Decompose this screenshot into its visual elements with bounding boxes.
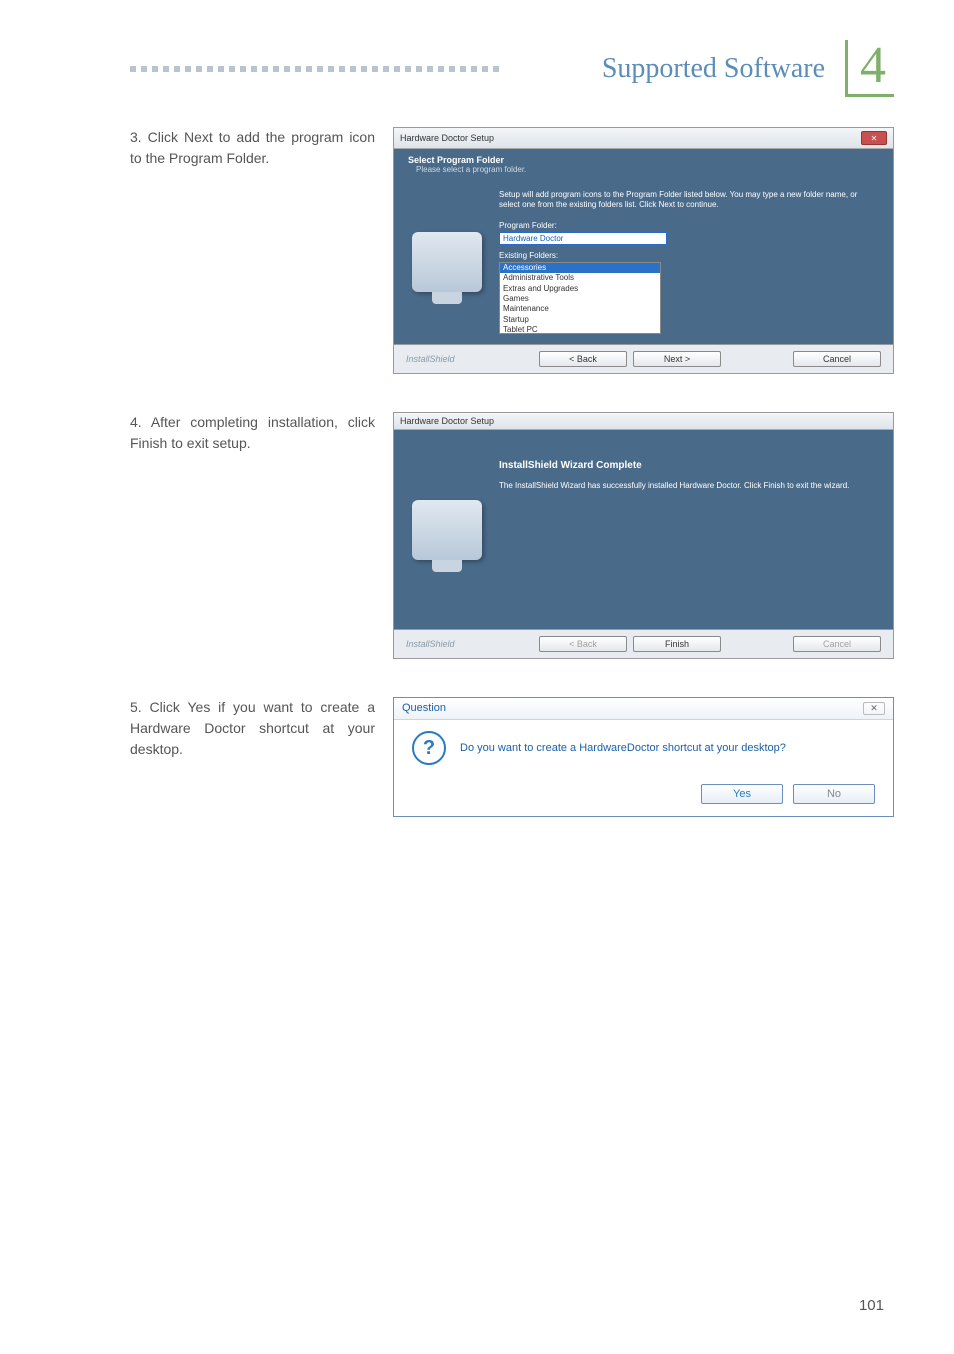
- dialog3-message: Do you want to create a HardwareDoctor s…: [460, 742, 786, 754]
- yes-button[interactable]: Yes: [701, 784, 783, 804]
- list-item[interactable]: Extras and Upgrades: [500, 284, 660, 294]
- list-item[interactable]: Startup: [500, 315, 660, 325]
- program-folder-input[interactable]: Hardware Doctor: [499, 232, 667, 245]
- screenshot-question-dialog: Question ✕ ? Do you want to create a Har…: [393, 697, 894, 817]
- step-5-num: 5.: [130, 699, 142, 715]
- no-button[interactable]: No: [793, 784, 875, 804]
- existing-folders-label: Existing Folders:: [499, 251, 873, 260]
- dialog1-side-graphic: [394, 180, 499, 344]
- existing-folders-list[interactable]: Accessories Administrative Tools Extras …: [499, 262, 661, 334]
- cancel-button: Cancel: [793, 636, 881, 652]
- back-button: < Back: [539, 636, 627, 652]
- dialog1-title: Hardware Doctor Setup: [400, 133, 494, 143]
- list-item[interactable]: Maintenance: [500, 304, 660, 314]
- close-icon[interactable]: ✕: [863, 702, 885, 715]
- step-5: 5. Click Yes if you want to create a Har…: [130, 697, 894, 817]
- list-item[interactable]: Accessories: [500, 263, 660, 273]
- list-item[interactable]: Games: [500, 294, 660, 304]
- close-icon[interactable]: ✕: [861, 131, 887, 145]
- step-4-text: 4. After completing installation, click …: [130, 412, 375, 454]
- step-4: 4. After completing installation, click …: [130, 412, 894, 659]
- dialog2-title: Hardware Doctor Setup: [400, 416, 494, 426]
- back-button[interactable]: < Back: [539, 351, 627, 367]
- dialog2-titlebar: Hardware Doctor Setup: [394, 413, 893, 430]
- list-item[interactable]: Tablet PC: [500, 325, 660, 334]
- dialog1-subheading: Please select a program folder.: [416, 165, 879, 174]
- installshield-brand: InstallShield: [406, 354, 533, 364]
- monitor-icon: [412, 500, 482, 560]
- dialog2-side-graphic: [394, 430, 499, 629]
- dialog3-title: Question: [402, 702, 446, 715]
- list-item[interactable]: Administrative Tools: [500, 273, 660, 283]
- next-button[interactable]: Next >: [633, 351, 721, 367]
- monitor-icon: [412, 232, 482, 292]
- step-3: 3. Click Next to add the program icon to…: [130, 127, 894, 374]
- installshield-brand: InstallShield: [406, 639, 533, 649]
- page-number: 101: [859, 1297, 884, 1314]
- dialog3-titlebar: Question ✕: [394, 698, 893, 720]
- program-folder-label: Program Folder:: [499, 221, 873, 230]
- step-3-text: 3. Click Next to add the program icon to…: [130, 127, 375, 169]
- screenshot-wizard-complete: Hardware Doctor Setup InstallShield Wiza…: [393, 412, 894, 659]
- question-icon: ?: [412, 731, 446, 765]
- dialog2-heading: InstallShield Wizard Complete: [499, 460, 873, 471]
- page-title: Supported Software: [602, 53, 825, 85]
- dialog2-note: The InstallShield Wizard has successfull…: [499, 481, 873, 491]
- step-5-text: 5. Click Yes if you want to create a Har…: [130, 697, 375, 760]
- dialog1-header: Select Program Folder Please select a pr…: [394, 149, 893, 180]
- chapter-number: 4: [845, 40, 894, 97]
- dialog1-note: Setup will add program icons to the Prog…: [499, 190, 873, 211]
- page-header: Supported Software 4: [130, 40, 894, 97]
- step-3-body: Click Next to add the program icon to th…: [130, 129, 375, 166]
- step-4-num: 4.: [130, 414, 142, 430]
- step-5-body: Click Yes if you want to create a Hardwa…: [130, 699, 375, 757]
- cancel-button[interactable]: Cancel: [793, 351, 881, 367]
- header-dots: [130, 64, 582, 74]
- step-4-body: After completing installation, click Fin…: [130, 414, 375, 451]
- dialog1-titlebar: Hardware Doctor Setup ✕: [394, 128, 893, 149]
- finish-button[interactable]: Finish: [633, 636, 721, 652]
- dialog1-heading: Select Program Folder: [408, 155, 879, 165]
- screenshot-select-program-folder: Hardware Doctor Setup ✕ Select Program F…: [393, 127, 894, 374]
- step-3-num: 3.: [130, 129, 142, 145]
